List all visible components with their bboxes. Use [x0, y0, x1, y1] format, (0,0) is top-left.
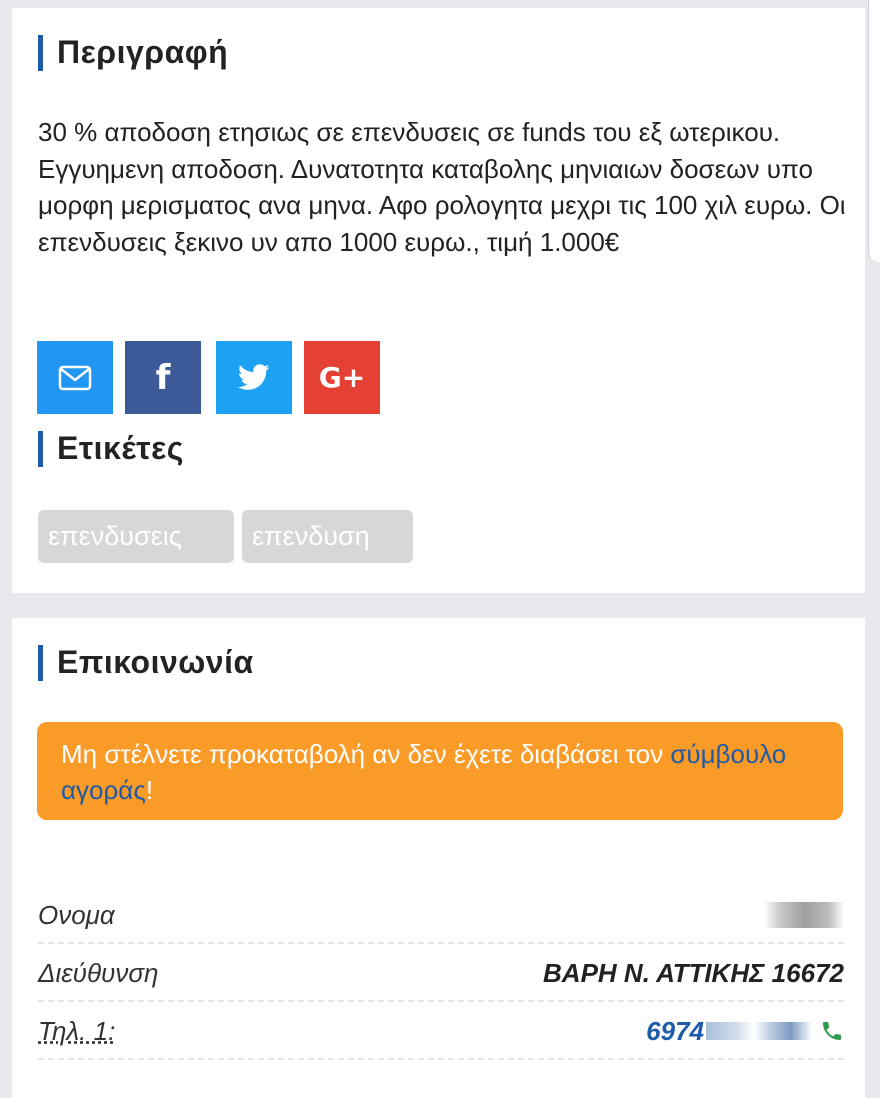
contact-card: Επικοινωνία Μη στέλνετε προκαταβολή αν δ…: [12, 618, 865, 1098]
google-plus-icon: G+: [318, 361, 366, 394]
contact-row-phone[interactable]: Τηλ. 1: 6974: [38, 1004, 844, 1060]
facebook-icon: f: [155, 357, 171, 398]
description-heading: Περιγραφή: [38, 34, 228, 71]
name-label: Ονομα: [38, 899, 115, 930]
share-googleplus-button[interactable]: G+: [304, 341, 380, 414]
tag-item[interactable]: επενδυση: [242, 510, 413, 563]
twitter-icon: [237, 363, 270, 390]
tags-title: Ετικέτες: [57, 430, 184, 466]
heading-accent-bar: [38, 644, 43, 681]
tags-heading: Ετικέτες: [38, 430, 184, 467]
phone-number-prefix: 6974: [646, 1015, 704, 1046]
redacted-phone: [706, 1022, 812, 1040]
address-label: Διεύθυνση: [38, 957, 159, 988]
share-twitter-button[interactable]: [216, 341, 292, 414]
warning-suffix: !: [145, 775, 154, 805]
share-facebook-button[interactable]: f: [125, 341, 201, 414]
warning-text: Μη στέλνετε προκαταβολή αν δεν έχετε δια…: [61, 739, 671, 769]
phone-value[interactable]: 6974: [646, 1016, 844, 1047]
share-email-button[interactable]: [37, 341, 113, 414]
envelope-icon: [58, 365, 92, 390]
contact-row-name: Ονομα: [38, 888, 844, 944]
heading-accent-bar: [38, 34, 43, 71]
contact-row-address: Διεύθυνση ΒΑΡΗ Ν. ΑΤΤΙΚΗΣ 16672: [38, 946, 844, 1002]
description-title: Περιγραφή: [57, 34, 229, 70]
description-text: 30 % αποδοση ετησιως σε επενδυσεις σε fu…: [38, 117, 846, 257]
address-value: ΒΑΡΗ Ν. ΑΤΤΙΚΗΣ 16672: [543, 957, 844, 988]
warning-banner: Μη στέλνετε προκαταβολή αν δεν έχετε δια…: [37, 722, 843, 820]
redacted-name: [764, 902, 844, 928]
tag-item[interactable]: επενδυσεις: [38, 510, 234, 563]
scrollbar-edge[interactable]: [868, 0, 880, 262]
contact-heading: Επικοινωνία: [38, 644, 254, 681]
contact-title: Επικοινωνία: [57, 644, 254, 680]
description-card: Περιγραφή 30 % αποδοση ετησιως σε επενδυ…: [12, 8, 865, 593]
phone-icon[interactable]: [820, 1019, 844, 1043]
name-value: [764, 902, 844, 928]
phone-label: Τηλ. 1:: [38, 1015, 116, 1046]
heading-accent-bar: [38, 430, 43, 467]
